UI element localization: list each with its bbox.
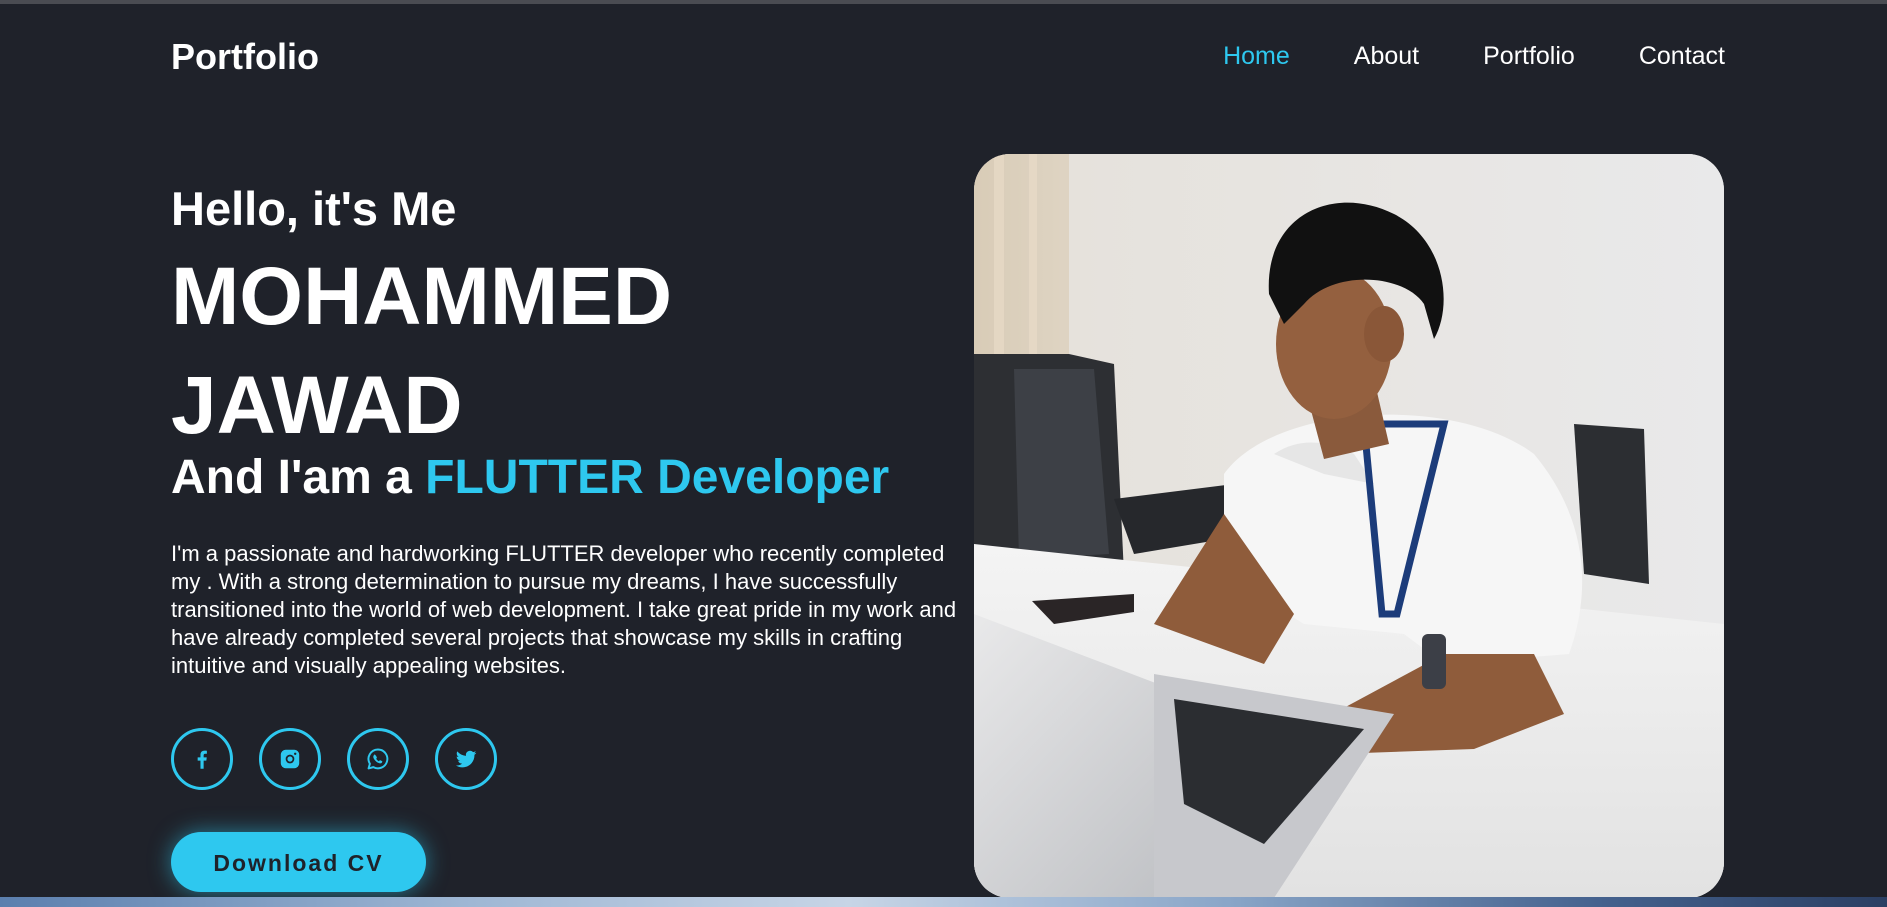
hero-role-accent: FLUTTER Developer (425, 451, 890, 504)
instagram-link[interactable] (259, 728, 321, 790)
facebook-icon (197, 750, 207, 769)
hero-role-prefix: And I'am a (171, 451, 426, 504)
nav-link-portfolio[interactable]: Portfolio (1483, 42, 1575, 71)
social-links (171, 728, 961, 790)
hero-bio: I'm a passionate and hardworking FLUTTER… (171, 541, 957, 678)
hero-name: MOHAMMED JAWAD (171, 242, 961, 460)
hero-name-line1: MOHAMMED (171, 251, 673, 342)
profile-photo (974, 154, 1724, 898)
page-bottom-edge (0, 897, 1887, 907)
main-nav: Home About Portfolio Contact (1223, 42, 1725, 71)
twitter-icon (455, 750, 477, 768)
nav-link-about[interactable]: About (1354, 42, 1419, 71)
nav-link-home[interactable]: Home (1223, 42, 1290, 71)
nav-link-contact[interactable]: Contact (1639, 42, 1725, 71)
profile-photo-illustration (974, 154, 1724, 898)
facebook-link[interactable] (171, 728, 233, 790)
hero-role: And I'am a FLUTTER Developer (171, 450, 961, 506)
site-logo[interactable]: Portfolio (171, 36, 319, 78)
whatsapp-icon (367, 748, 389, 770)
site-header: Portfolio Home About Portfolio Contact (0, 4, 1887, 108)
download-cv-button[interactable]: Download CV (171, 832, 426, 892)
instagram-icon (280, 749, 300, 769)
twitter-link[interactable] (435, 728, 497, 790)
hero-content: Hello, it's Me MOHAMMED JAWAD And I'am a… (171, 180, 961, 892)
hero-greeting: Hello, it's Me (171, 182, 457, 235)
whatsapp-link[interactable] (347, 728, 409, 790)
hero-name-line2: JAWAD (171, 360, 463, 451)
